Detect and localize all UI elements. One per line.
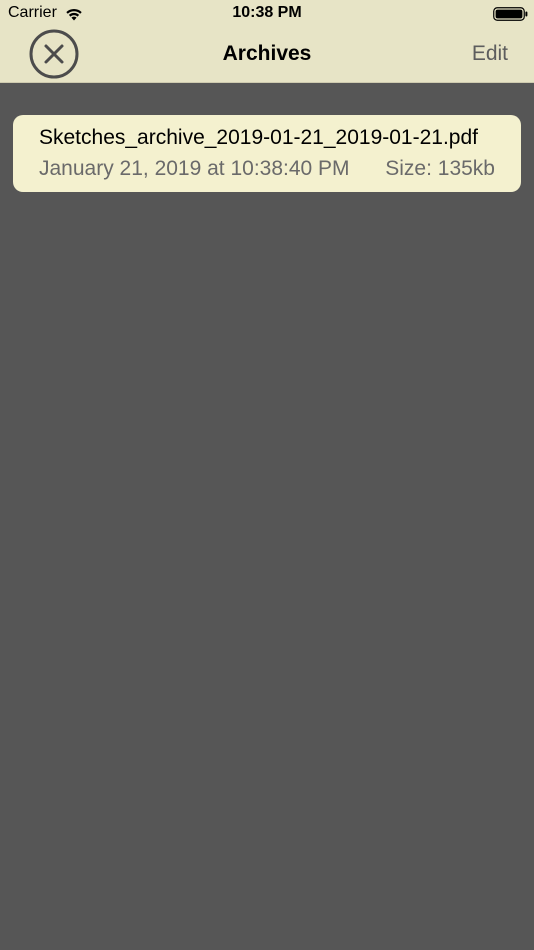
archive-size: Size: 135kb — [385, 157, 495, 180]
page-title: Archives — [222, 42, 312, 65]
archive-list-item[interactable]: Sketches_archive_2019-01-21_2019-01-21.p… — [13, 115, 521, 192]
archive-date: January 21, 2019 at 10:38:40 PM — [39, 157, 350, 180]
battery-icon — [493, 7, 528, 21]
status-time: 10:38 PM — [232, 4, 302, 21]
edit-button[interactable]: Edit — [472, 42, 508, 66]
archive-file-name: Sketches_archive_2019-01-21_2019-01-21.p… — [39, 126, 478, 149]
status-bar: Carrier 10:38 PM — [0, 0, 534, 28]
navigation-bar: Carrier 10:38 PM Archives Edit — [0, 0, 534, 83]
